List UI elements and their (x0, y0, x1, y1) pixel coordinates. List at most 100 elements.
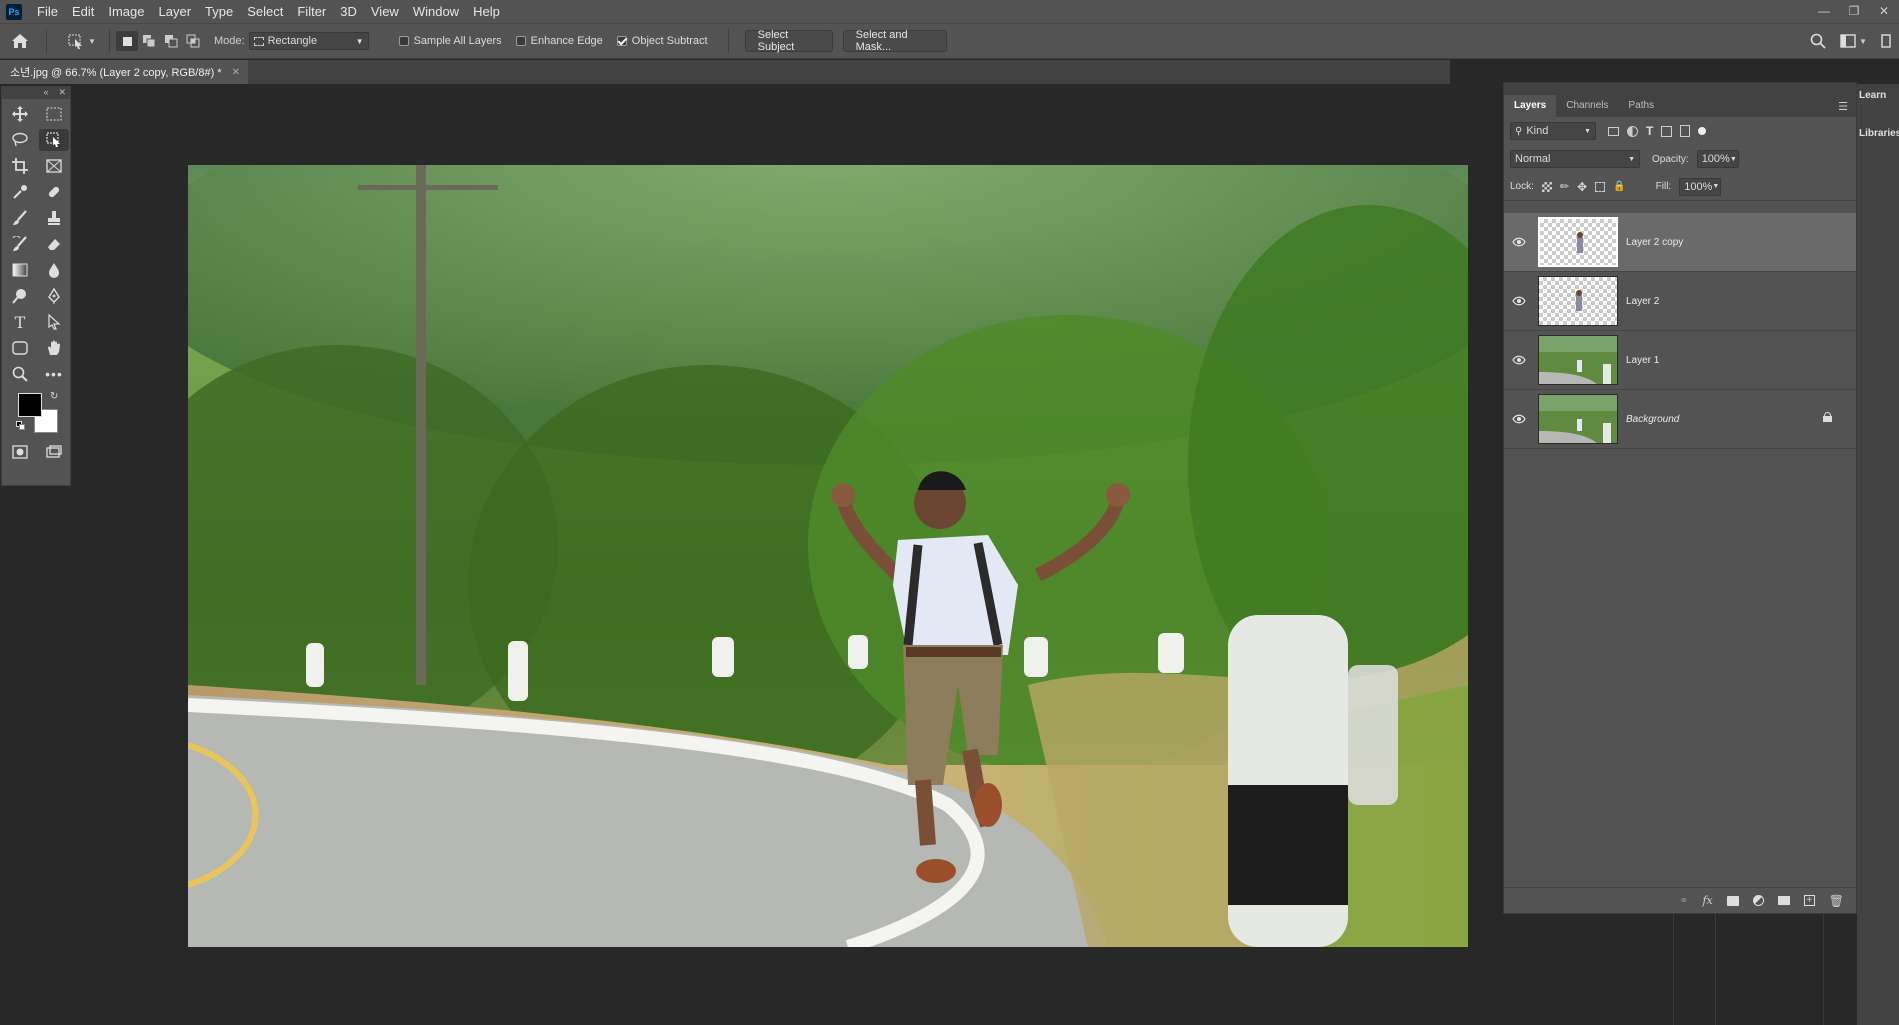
menu-image[interactable]: Image (101, 0, 151, 23)
edit-toolbar-button[interactable]: ••• (37, 361, 71, 387)
search-icon[interactable] (1810, 33, 1826, 49)
tab-paths[interactable]: Paths (1619, 95, 1665, 117)
link-layers-icon[interactable]: ⚭ (1679, 894, 1688, 907)
lock-image-icon[interactable]: ✏ (1560, 180, 1569, 193)
lock-artboard-icon[interactable] (1595, 181, 1606, 192)
filter-smart-object-icon[interactable] (1680, 125, 1691, 137)
quick-mask-button[interactable] (3, 439, 37, 465)
type-tool-button[interactable]: T (3, 309, 37, 335)
collapse-icon[interactable]: « (43, 87, 48, 99)
new-selection-button[interactable] (116, 31, 138, 51)
lock-icon[interactable] (1823, 412, 1832, 422)
eraser-tool-button[interactable] (37, 231, 71, 257)
frame-tool-button[interactable] (37, 153, 71, 179)
intersect-selection-button[interactable] (182, 31, 204, 51)
sample-all-layers-checkbox[interactable]: Sample All Layers (398, 35, 502, 47)
path-selection-tool-button[interactable] (37, 309, 71, 335)
close-tab-icon[interactable]: ✕ (232, 67, 240, 78)
subtract-from-selection-button[interactable] (160, 31, 182, 51)
pen-tool-button[interactable] (37, 283, 71, 309)
layer-row-background[interactable]: Background (1504, 390, 1856, 449)
blur-tool-button[interactable] (37, 257, 71, 283)
object-subtract-checkbox[interactable]: Object Subtract (616, 35, 708, 47)
crop-tool-button[interactable] (3, 153, 37, 179)
default-colors-icon[interactable] (16, 421, 26, 431)
lock-all-icon[interactable]: 🔒 (1613, 181, 1625, 192)
panel-menu-icon[interactable]: ☰ (1838, 100, 1848, 113)
tab-channels[interactable]: Channels (1556, 95, 1618, 117)
filter-type-icon[interactable]: T (1646, 124, 1653, 138)
zoom-tool-button[interactable] (3, 361, 37, 387)
document-tab[interactable]: 소년.jpg @ 66.7% (Layer 2 copy, RGB/8#) * … (0, 60, 248, 84)
tab-layers[interactable]: Layers (1504, 95, 1557, 117)
blend-mode-dropdown[interactable]: Normal ▼ (1510, 150, 1640, 168)
menu-type[interactable]: Type (198, 0, 240, 23)
new-layer-icon[interactable]: + (1803, 895, 1815, 906)
select-subject-button[interactable]: Select Subject (744, 29, 833, 53)
workspace-switcher[interactable]: ▼ (1840, 34, 1867, 48)
marquee-tool-button[interactable] (37, 101, 71, 127)
add-to-selection-button[interactable] (138, 31, 160, 51)
shape-tool-button[interactable] (3, 335, 37, 361)
tools-panel-header: « ✕ (2, 87, 70, 99)
filter-kind-dropdown[interactable]: ⚲ Kind ▼ (1510, 122, 1596, 140)
menu-window[interactable]: Window (406, 0, 466, 23)
healing-brush-tool-button[interactable] (37, 179, 71, 205)
visibility-eye-icon[interactable] (1504, 296, 1534, 306)
visibility-eye-icon[interactable] (1504, 355, 1534, 365)
share-icon[interactable] (1881, 34, 1891, 48)
foreground-color-swatch[interactable] (18, 393, 42, 417)
lock-transparent-icon[interactable] (1541, 181, 1552, 192)
menu-view[interactable]: View (364, 0, 406, 23)
minimize-icon[interactable]: — (1809, 0, 1839, 23)
menu-3d[interactable]: 3D (333, 0, 364, 23)
canvas-image[interactable] (188, 165, 1468, 947)
close-window-icon[interactable]: ✕ (1869, 0, 1899, 23)
eyedropper-tool-button[interactable] (3, 179, 37, 205)
close-panel-icon[interactable]: ✕ (58, 87, 66, 99)
object-selection-tool-button[interactable] (39, 129, 69, 151)
brush-tool-button[interactable] (3, 205, 37, 231)
move-tool-button[interactable] (3, 101, 37, 127)
menu-file[interactable]: File (30, 0, 65, 23)
filter-toggle-icon[interactable] (1698, 127, 1707, 135)
mode-dropdown[interactable]: Rectangle ▼ (248, 32, 369, 50)
lock-position-icon[interactable]: ✥ (1577, 180, 1587, 194)
restore-icon[interactable]: ❐ (1839, 0, 1869, 23)
layer-row-layer-2[interactable]: Layer 2 (1504, 272, 1856, 331)
visibility-eye-icon[interactable] (1504, 414, 1534, 424)
learn-panel-button[interactable]: Learn (1857, 84, 1899, 124)
filter-shape-icon[interactable] (1661, 125, 1673, 137)
history-brush-tool-button[interactable] (3, 231, 37, 257)
add-mask-icon[interactable] (1726, 895, 1739, 906)
lasso-tool-button[interactable] (3, 127, 37, 153)
new-group-icon[interactable] (1777, 896, 1790, 905)
select-and-mask-button[interactable]: Select and Mask... (842, 29, 947, 53)
hand-tool-button[interactable] (37, 335, 71, 361)
screen-mode-button[interactable] (37, 439, 71, 465)
menu-edit[interactable]: Edit (65, 0, 101, 23)
gradient-tool-button[interactable] (3, 257, 37, 283)
filter-adjustment-icon[interactable] (1627, 125, 1638, 137)
dodge-tool-button[interactable] (3, 283, 37, 309)
tool-preset-picker[interactable]: ▼ (67, 33, 103, 49)
enhance-edge-checkbox[interactable]: Enhance Edge (515, 35, 603, 47)
swap-colors-icon[interactable]: ↻ (50, 391, 58, 402)
object-selection-icon (46, 132, 60, 147)
visibility-eye-icon[interactable] (1504, 237, 1534, 247)
layer-row-layer-1[interactable]: Layer 1 (1504, 331, 1856, 390)
menu-help[interactable]: Help (466, 0, 507, 23)
menu-filter[interactable]: Filter (290, 0, 333, 23)
fill-field[interactable]: 100% ▼ (1679, 177, 1722, 196)
clone-stamp-tool-button[interactable] (37, 205, 71, 231)
menu-layer[interactable]: Layer (152, 0, 199, 23)
menu-select[interactable]: Select (240, 0, 290, 23)
libraries-panel-button[interactable]: Libraries (1857, 124, 1899, 164)
layer-row-layer-2-copy[interactable]: Layer 2 copy (1504, 213, 1856, 272)
delete-layer-icon[interactable]: 🗑 (1829, 894, 1844, 908)
home-button[interactable] (0, 24, 40, 58)
opacity-field[interactable]: 100% ▼ (1696, 150, 1739, 168)
filter-pixel-icon[interactable] (1608, 126, 1619, 136)
layer-style-fx-icon[interactable]: fx (1702, 894, 1712, 907)
adjustment-layer-icon[interactable] (1752, 895, 1764, 906)
